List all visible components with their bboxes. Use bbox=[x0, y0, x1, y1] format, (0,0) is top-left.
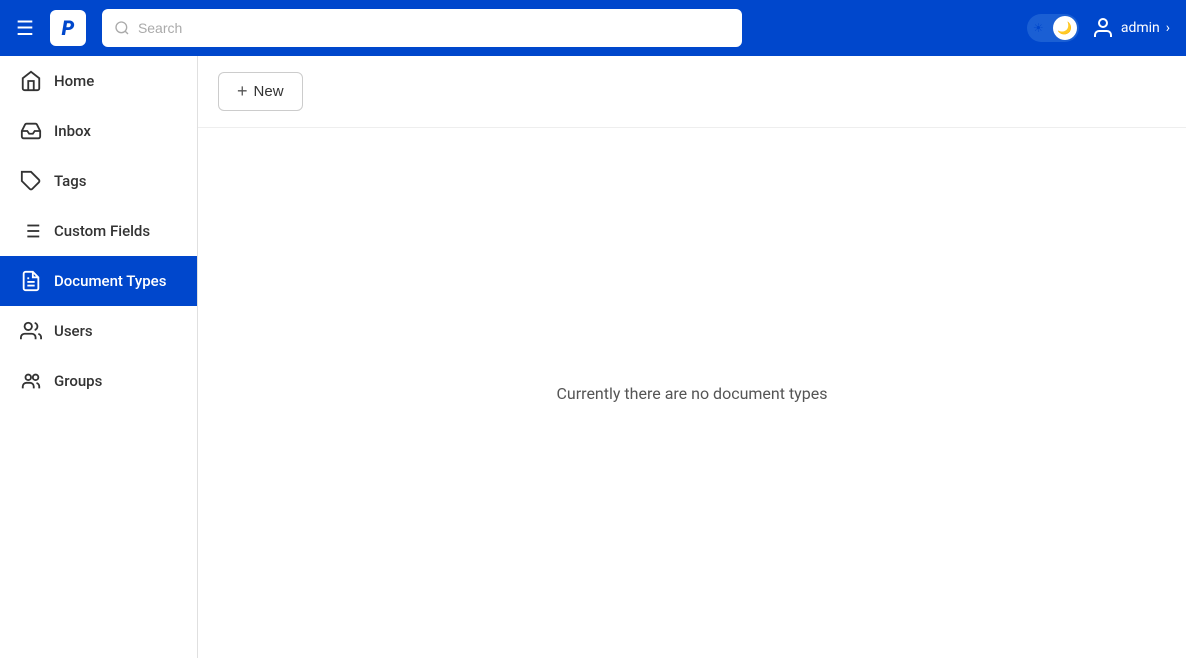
sidebar-item-users[interactable]: Users bbox=[0, 306, 197, 356]
document-types-icon bbox=[20, 270, 42, 292]
users-icon bbox=[20, 320, 42, 342]
theme-toggle[interactable]: ☀ 🌙 bbox=[1027, 14, 1079, 42]
empty-state: Currently there are no document types bbox=[198, 128, 1186, 658]
sidebar-item-home[interactable]: Home bbox=[0, 56, 197, 106]
sidebar-groups-label: Groups bbox=[54, 372, 102, 390]
sidebar-item-groups[interactable]: Groups bbox=[0, 356, 197, 406]
new-button-plus-icon: + bbox=[237, 81, 248, 102]
sidebar-document-types-label: Document Types bbox=[54, 272, 166, 290]
inbox-icon bbox=[20, 120, 42, 142]
sidebar-item-inbox[interactable]: Inbox bbox=[0, 106, 197, 156]
sidebar: Home Inbox Tags bbox=[0, 56, 198, 658]
user-name-label: admin bbox=[1121, 20, 1160, 36]
sidebar-item-document-types[interactable]: Document Types bbox=[0, 256, 197, 306]
sidebar-item-tags[interactable]: Tags bbox=[0, 156, 197, 206]
custom-fields-icon bbox=[20, 220, 42, 242]
app-logo: P bbox=[50, 10, 86, 46]
sidebar-users-label: Users bbox=[54, 322, 93, 340]
menu-icon[interactable]: ☰ bbox=[16, 16, 34, 40]
header: ☰ P ☀ 🌙 admin › bbox=[0, 0, 1186, 56]
search-icon bbox=[114, 20, 130, 36]
header-right: ☀ 🌙 admin › bbox=[1027, 14, 1170, 42]
groups-icon bbox=[20, 370, 42, 392]
sidebar-custom-fields-label: Custom Fields bbox=[54, 222, 150, 240]
user-menu[interactable]: admin › bbox=[1091, 16, 1170, 40]
sun-icon: ☀ bbox=[1033, 21, 1044, 35]
main-toolbar: + New bbox=[198, 56, 1186, 128]
tag-icon bbox=[20, 170, 42, 192]
sidebar-item-custom-fields[interactable]: Custom Fields bbox=[0, 206, 197, 256]
new-button-label: New bbox=[254, 83, 284, 100]
user-chevron-icon: › bbox=[1166, 20, 1170, 36]
moon-icon: 🌙 bbox=[1057, 21, 1072, 35]
theme-toggle-knob: 🌙 bbox=[1053, 16, 1077, 40]
new-button[interactable]: + New bbox=[218, 72, 303, 111]
empty-message: Currently there are no document types bbox=[557, 384, 828, 403]
search-input[interactable] bbox=[138, 20, 730, 36]
user-icon bbox=[1091, 16, 1115, 40]
sidebar-inbox-label: Inbox bbox=[54, 122, 91, 140]
search-bar bbox=[102, 9, 742, 47]
home-icon bbox=[20, 70, 42, 92]
main-content: + New Currently there are no document ty… bbox=[198, 56, 1186, 658]
sidebar-home-label: Home bbox=[54, 72, 94, 90]
sidebar-tags-label: Tags bbox=[54, 172, 86, 190]
